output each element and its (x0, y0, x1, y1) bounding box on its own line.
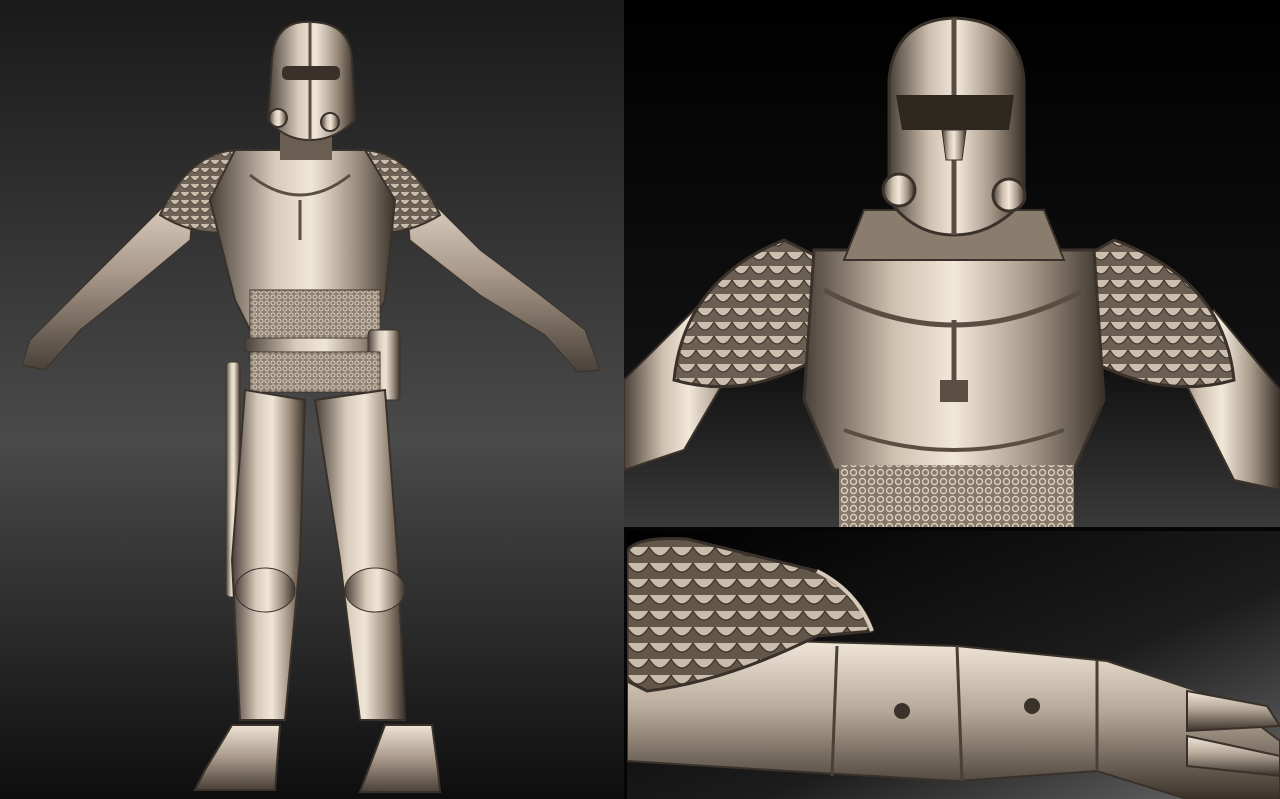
full-body-render (0, 0, 624, 799)
torso-closeup-render (624, 0, 1280, 527)
torso-closeup-view (624, 0, 1280, 527)
arm-closeup-view (627, 531, 1280, 799)
render-sheet (0, 0, 1280, 799)
arm-closeup-render (627, 531, 1280, 799)
full-body-view (0, 0, 624, 799)
